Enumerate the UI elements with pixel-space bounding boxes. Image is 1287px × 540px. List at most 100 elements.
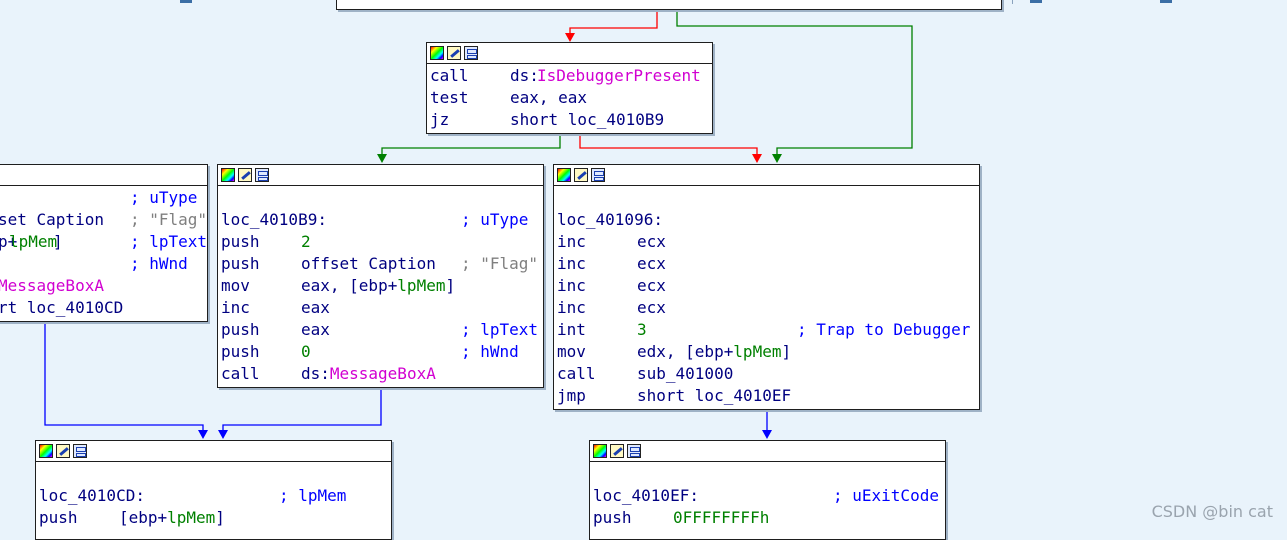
code-token-op[interactable]: set Caption <box>0 209 104 231</box>
code-token-mn[interactable]: mov <box>557 341 586 363</box>
code-token-op[interactable]: short loc_4010B9 <box>510 109 664 131</box>
code-token-str[interactable]: ; "Flag" <box>130 209 207 231</box>
code-token-op[interactable]: eax <box>301 319 330 341</box>
code-token-op[interactable]: ecx <box>637 231 666 253</box>
code-token-var[interactable]: lpMem <box>733 341 781 363</box>
code-token-sym[interactable]: IsDebuggerPresent <box>537 65 701 87</box>
edge-arrowhead <box>218 430 228 439</box>
code-token-cmt[interactable]: ; hWnd <box>130 253 188 275</box>
code-block-top[interactable] <box>336 0 1002 10</box>
code-token-op[interactable]: ecx <box>637 275 666 297</box>
code-token-mn[interactable]: push <box>221 253 260 275</box>
code-token-op[interactable]: ecx <box>637 297 666 319</box>
color-palette-icon[interactable] <box>430 46 444 60</box>
block-header <box>590 441 945 462</box>
code-token-num[interactable]: 3 <box>637 319 647 341</box>
code-token-op[interactable]: eax, [ebp+ <box>301 275 397 297</box>
edge-arrowhead <box>752 154 762 163</box>
graph-view-icon[interactable] <box>591 168 605 182</box>
code-token-lbl[interactable]: loc_401096: <box>557 209 663 231</box>
code-token-mn[interactable]: inc <box>557 253 586 275</box>
code-token-mn[interactable]: push <box>593 507 632 529</box>
rename-pencil-icon[interactable] <box>574 168 588 182</box>
code-token-cmt[interactable]: ; uExitCode <box>833 485 939 507</box>
code-token-op[interactable]: ds: <box>510 65 539 87</box>
code-block-check[interactable]: call ds: IsDebuggerPresent test eax, eax jz sh… <box>426 42 713 134</box>
code-token-cmt[interactable]: ; hWnd <box>461 341 519 363</box>
edge-check-to-4010B9 <box>381 133 561 158</box>
code-token-op[interactable]: ds: <box>301 363 330 385</box>
code-token-op[interactable]: eax <box>301 297 330 319</box>
code-token-op[interactable]: offset Caption <box>301 253 436 275</box>
code-token-mn[interactable]: push <box>221 319 260 341</box>
code-token-op[interactable]: eax, eax <box>510 87 587 109</box>
code-token-op[interactable]: edx, [ebp+ <box>637 341 733 363</box>
code-token-mn[interactable]: call <box>557 363 596 385</box>
graph-view-icon[interactable] <box>627 444 641 458</box>
code-block-loc_4010B9[interactable]: loc_4010B9: ; uType push 2 push offset Captio… <box>217 164 544 388</box>
code-token-mn[interactable]: inc <box>557 275 586 297</box>
graph-view-icon[interactable] <box>73 444 87 458</box>
rename-pencil-icon[interactable] <box>447 46 461 60</box>
code-token-mn[interactable]: inc <box>557 297 586 319</box>
code-token-mn[interactable]: test <box>430 87 469 109</box>
code-token-op[interactable]: ecx <box>637 253 666 275</box>
code-token-var[interactable]: lpMem <box>9 231 57 253</box>
code-token-mn[interactable]: push <box>221 341 260 363</box>
code-token-var[interactable]: lpMem <box>397 275 445 297</box>
code-token-num[interactable]: 2 <box>301 231 311 253</box>
code-token-num[interactable]: 0 <box>301 341 311 363</box>
rename-pencil-icon[interactable] <box>56 444 70 458</box>
code-token-mn[interactable]: jmp <box>557 385 586 407</box>
edge-arrowhead <box>377 154 387 163</box>
code-block-left[interactable]: ; uTypeset Caption; "Flag"p+lpMem]; lpTe… <box>0 164 208 322</box>
code-token-mn[interactable]: mov <box>221 275 250 297</box>
code-block-loc_401096[interactable]: loc_401096: inc ecx inc ecx inc ecx inc ecx int 3;… <box>553 164 980 410</box>
block-header <box>427 43 712 64</box>
edge-arrowhead <box>762 430 772 439</box>
color-palette-icon[interactable] <box>39 444 53 458</box>
edge-top-to-check <box>569 10 658 40</box>
code-token-mn[interactable]: int <box>557 319 586 341</box>
code-token-cmt[interactable]: ; Trap to Debugger <box>797 319 970 341</box>
code-token-op[interactable]: [ebp+ <box>119 507 167 529</box>
graph-view-icon[interactable] <box>464 46 478 60</box>
rename-pencil-icon[interactable] <box>610 444 624 458</box>
code-token-lbl[interactable]: loc_4010B9: <box>221 209 327 231</box>
code-token-mn[interactable]: inc <box>221 297 250 319</box>
code-token-cmt[interactable]: ; uType <box>461 209 528 231</box>
code-token-lbl[interactable]: loc_4010EF: <box>593 485 699 507</box>
code-token-cmt[interactable]: ; uType <box>130 187 197 209</box>
code-block-loc_4010CD[interactable]: loc_4010CD: ; lpMem push [ebp+ lpMem] <box>35 440 392 540</box>
code-token-sym[interactable]: MessageBoxA <box>0 275 104 297</box>
code-token-cmt[interactable]: ; lpText <box>130 231 207 253</box>
code-token-mn[interactable]: inc <box>557 231 586 253</box>
code-token-op[interactable]: short loc_4010EF <box>637 385 791 407</box>
code-token-mn[interactable]: jz <box>430 109 449 131</box>
code-block-loc_4010EF[interactable]: loc_4010EF: ; uExitCode push 0FFFFFFFFh <box>589 440 946 540</box>
code-token-op[interactable]: ] <box>781 341 791 363</box>
code-token-op[interactable]: sub_401000 <box>637 363 733 385</box>
color-palette-icon[interactable] <box>593 444 607 458</box>
code-token-cmt[interactable]: ; lpText <box>461 319 538 341</box>
code-token-num[interactable]: 0FFFFFFFFh <box>673 507 769 529</box>
code-token-mn[interactable]: push <box>39 507 78 529</box>
color-palette-icon[interactable] <box>221 168 235 182</box>
code-token-lbl[interactable]: loc_4010CD: <box>39 485 145 507</box>
block-header <box>554 165 979 186</box>
edge-arrowhead <box>565 33 575 42</box>
color-palette-icon[interactable] <box>557 168 571 182</box>
code-token-mn[interactable]: push <box>221 231 260 253</box>
code-token-op[interactable]: ] <box>53 231 63 253</box>
code-token-op[interactable]: ] <box>215 507 225 529</box>
code-token-op[interactable]: ] <box>445 275 455 297</box>
rename-pencil-icon[interactable] <box>238 168 252 182</box>
code-token-cmt[interactable]: ; lpMem <box>279 485 346 507</box>
code-token-sym[interactable]: MessageBoxA <box>330 363 436 385</box>
code-token-str[interactable]: ; "Flag" <box>461 253 538 275</box>
code-token-op[interactable]: rt loc_4010CD <box>0 297 123 319</box>
code-token-var[interactable]: lpMem <box>167 507 215 529</box>
code-token-mn[interactable]: call <box>221 363 260 385</box>
code-token-mn[interactable]: call <box>430 65 469 87</box>
graph-view-icon[interactable] <box>255 168 269 182</box>
